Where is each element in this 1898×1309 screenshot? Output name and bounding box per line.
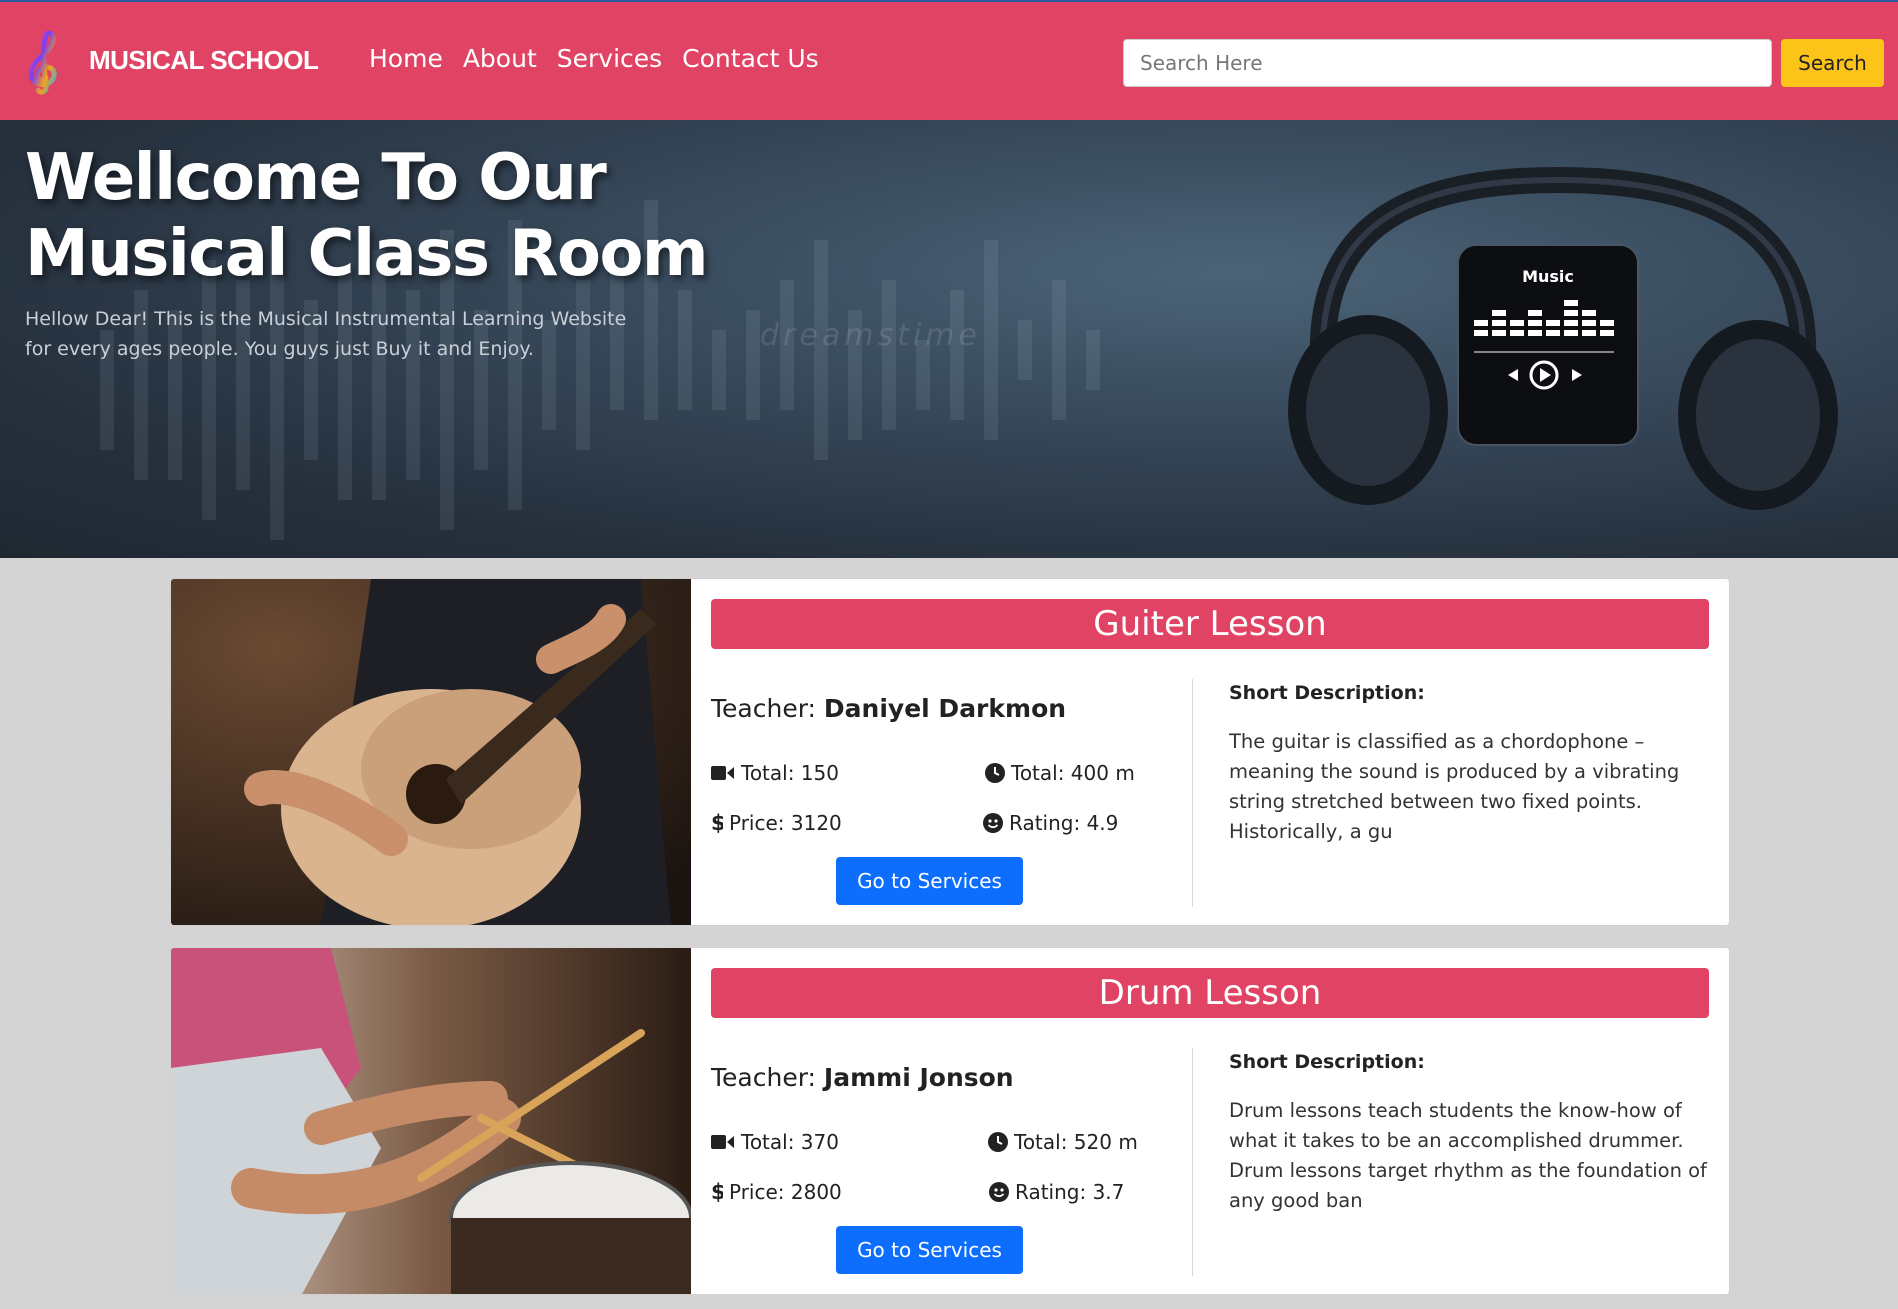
nav-home[interactable]: Home <box>369 44 443 73</box>
hero-title-line-2: Musical Class Room <box>25 217 709 291</box>
stat-total-time-text: Total: 520 m <box>1014 1130 1138 1154</box>
drum-lesson-image <box>171 948 691 1294</box>
lesson-card-drum: Drum Lesson Teacher: Jammi Jonson Total:… <box>170 947 1730 1295</box>
short-description-label: Short Description: <box>1229 1051 1425 1073</box>
teacher-line: Teacher: Daniyel Darkmon <box>711 694 1066 723</box>
short-description-text: The guitar is classified as a chordophon… <box>1229 730 1680 843</box>
hero-title-line-1: Wellcome To Our <box>25 141 607 215</box>
lesson-title: Guiter Lesson <box>711 599 1709 649</box>
teacher-name: Jammi Jonson <box>823 1063 1014 1092</box>
stat-price: $ Price: 2800 <box>711 1180 842 1204</box>
hero-title: Wellcome To Our Musical Class Room <box>25 140 745 292</box>
stat-total-time-text: Total: 400 m <box>1011 761 1135 785</box>
stat-price: $ Price: 3120 <box>711 811 842 835</box>
stat-total-videos-text: Total: 370 <box>741 1130 839 1154</box>
watermark: dreamstime <box>760 318 981 353</box>
teacher-prefix: Teacher: <box>711 1063 816 1092</box>
go-to-services-button[interactable]: Go to Services <box>836 1226 1023 1274</box>
stat-total-videos: Total: 370 <box>711 1130 839 1154</box>
treble-clef-icon[interactable] <box>22 28 66 96</box>
teacher-line: Teacher: Jammi Jonson <box>711 1063 1014 1092</box>
svg-text:$: $ <box>711 812 723 834</box>
short-description-text: Drum lessons teach students the know-how… <box>1229 1099 1707 1212</box>
stat-total-videos-text: Total: 150 <box>741 761 839 785</box>
teacher-name: Daniyel Darkmon <box>823 694 1067 723</box>
hero-banner: Wellcome To Our Musical Class Room Hello… <box>0 120 1898 558</box>
dollar-icon: $ <box>711 1181 723 1203</box>
stat-price-text: Price: 2800 <box>729 1180 842 1204</box>
clock-icon <box>985 763 1005 783</box>
card-divider <box>1192 679 1193 907</box>
stat-total-time: Total: 520 m <box>988 1130 1138 1154</box>
smile-icon <box>989 1182 1009 1202</box>
stat-rating-text: Rating: 3.7 <box>1015 1180 1125 1204</box>
search-input[interactable] <box>1123 39 1772 87</box>
svg-text:$: $ <box>711 1181 723 1203</box>
go-to-services-button[interactable]: Go to Services <box>836 857 1023 905</box>
nav-contact-us[interactable]: Contact Us <box>682 44 819 73</box>
hero-subtitle-line-2: for every ages people. You guys just Buy… <box>25 338 534 360</box>
headphones-phone-image: Music <box>1288 166 1838 510</box>
video-camera-icon <box>711 766 734 780</box>
short-description-label: Short Description: <box>1229 682 1425 704</box>
stat-rating: Rating: 3.7 <box>989 1180 1124 1204</box>
stat-price-text: Price: 3120 <box>729 811 842 835</box>
stat-rating: Rating: 4.9 <box>983 811 1118 835</box>
smile-icon <box>983 813 1003 833</box>
search-button[interactable]: Search <box>1781 39 1884 87</box>
hero-subtitle-line-1: Hellow Dear! This is the Musical Instrum… <box>25 308 627 330</box>
main-nav: Home About Services Contact Us <box>369 44 819 73</box>
nav-services[interactable]: Services <box>557 44 662 73</box>
guitar-lesson-image <box>171 579 691 925</box>
lesson-title: Drum Lesson <box>711 968 1709 1018</box>
navbar: MUSICAL SCHOOL Home About Services Conta… <box>0 0 1898 120</box>
clock-icon <box>988 1132 1008 1152</box>
lesson-card-guitar: Guiter Lesson Teacher: Daniyel Darkmon T… <box>170 578 1730 926</box>
card-divider <box>1192 1048 1193 1276</box>
nav-about[interactable]: About <box>463 44 537 73</box>
stat-total-videos: Total: 150 <box>711 761 839 785</box>
stat-rating-text: Rating: 4.9 <box>1009 811 1119 835</box>
phone-music-label: Music <box>1522 267 1574 286</box>
dollar-icon: $ <box>711 812 723 834</box>
hero-subtitle: Hellow Dear! This is the Musical Instrum… <box>25 304 685 364</box>
teacher-prefix: Teacher: <box>711 694 816 723</box>
stat-total-time: Total: 400 m <box>985 761 1135 785</box>
brand-name[interactable]: MUSICAL SCHOOL <box>89 45 319 76</box>
video-camera-icon <box>711 1135 734 1149</box>
